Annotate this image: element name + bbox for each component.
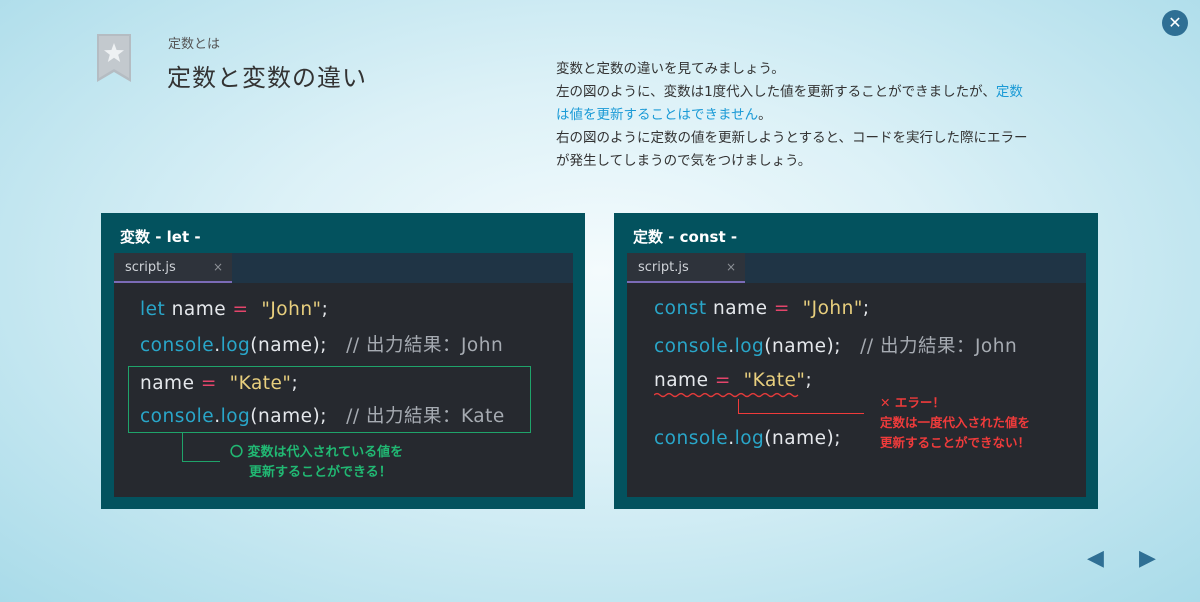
tab-script-js[interactable]: script.js ×	[114, 253, 232, 283]
tab-label: script.js	[638, 260, 689, 275]
keyword: let	[140, 299, 166, 320]
error-connector	[738, 399, 739, 413]
comment: // 出力結果：John	[346, 335, 504, 356]
error-squiggle	[654, 392, 799, 398]
object: console	[140, 406, 215, 427]
error-note: ✕ エラー！ 定数は一度代入された値を 更新することができない！	[880, 393, 1030, 453]
punct: ;	[805, 370, 813, 391]
operator: =	[773, 298, 790, 319]
comment: // 出力結果：John	[860, 336, 1018, 357]
function: log	[220, 406, 251, 427]
connector-line	[182, 461, 220, 462]
code-line-1: const name = "John";	[654, 298, 870, 319]
tab-bar: script.js ×	[114, 253, 573, 283]
string: "John"	[802, 298, 863, 319]
code-line-3: name = "Kate";	[654, 370, 812, 391]
punct: ;	[291, 373, 299, 394]
next-arrow-icon[interactable]: ▶	[1139, 546, 1156, 571]
code-line-2: console.log(name); // 出力結果：John	[140, 331, 503, 357]
error-line: 定数は一度代入された値を	[880, 415, 1031, 430]
punct: ;	[862, 298, 870, 319]
description-text: 。	[758, 107, 772, 123]
highlight-text: 定数	[995, 84, 1023, 100]
let-panel: 変数 - let - script.js × let name = "John"…	[101, 213, 585, 509]
code-editor: script.js × const name = "John"; console…	[627, 253, 1086, 497]
operator: =	[200, 373, 217, 394]
identifier: name	[171, 299, 227, 320]
description-line: は値を更新することはできません。	[556, 104, 1096, 127]
const-panel: 定数 - const - script.js × const name = "J…	[614, 213, 1098, 509]
success-note: 〇 変数は代入されている値を 更新することができる！	[230, 443, 403, 483]
comment: // 出力結果：Kate	[346, 406, 505, 427]
tab-script-js[interactable]: script.js ×	[627, 253, 745, 283]
description-line: が発生してしまうので気をつけましょう。	[556, 153, 812, 169]
function: log	[220, 335, 251, 356]
tab-close-icon[interactable]: ×	[213, 260, 223, 274]
description-line: 左の図のように、変数は1度代入した値を更新することができましたが、定数	[556, 81, 1096, 104]
prev-arrow-icon[interactable]: ◀	[1087, 546, 1104, 571]
highlight-text: は値を更新することはできません	[556, 107, 759, 123]
object: console	[140, 335, 215, 356]
function: log	[734, 428, 765, 449]
description: 変数と定数の違いを見てみましょう。 左の図のように、変数は1度代入した値を更新す…	[556, 58, 1096, 173]
code-line-3: name = "Kate";	[140, 373, 298, 394]
operator: =	[232, 299, 249, 320]
note-line: 〇 変数は代入されている値を	[230, 445, 404, 460]
code-line-4: console.log(name); // 出力結果：Kate	[140, 402, 505, 428]
code-editor: script.js × let name = "John"; console.l…	[114, 253, 573, 497]
description-text: 左の図のように、変数は1度代入した値を更新することができましたが、	[556, 84, 996, 100]
args: (name);	[250, 406, 327, 427]
function: log	[734, 336, 765, 357]
error-connector	[738, 413, 864, 414]
object: console	[654, 336, 729, 357]
section-label: 定数とは	[168, 37, 221, 52]
connector-line	[182, 432, 183, 461]
args: (name);	[250, 335, 327, 356]
string: "Kate"	[743, 370, 806, 391]
keyword: const	[654, 298, 707, 319]
panel-title: 変数 - let -	[120, 228, 201, 246]
operator: =	[714, 370, 731, 391]
object: console	[654, 428, 729, 449]
args: (name);	[764, 336, 841, 357]
identifier: name	[654, 370, 709, 391]
code-line-2: console.log(name); // 出力結果：John	[654, 332, 1017, 358]
identifier: name	[713, 298, 768, 319]
identifier: name	[140, 373, 195, 394]
error-line: 更新することができない！	[880, 435, 1031, 450]
string: "Kate"	[229, 373, 292, 394]
tab-label: script.js	[125, 260, 176, 275]
punct: ;	[321, 299, 329, 320]
description-line: 変数と定数の違いを見てみましょう。	[556, 61, 785, 77]
tab-bar: script.js ×	[627, 253, 1086, 283]
panel-title: 定数 - const -	[633, 228, 738, 246]
code-line-4: console.log(name);	[654, 428, 841, 449]
page-title: 定数と変数の違い	[167, 64, 367, 92]
error-title: ✕ エラー！	[880, 395, 945, 410]
code-line-1: let name = "John";	[140, 299, 328, 320]
star-bookmark-icon	[97, 34, 131, 82]
close-button[interactable]: ✕	[1162, 10, 1188, 36]
args: (name);	[764, 428, 841, 449]
tab-close-icon[interactable]: ×	[726, 260, 736, 274]
description-line: 右の図のように定数の値を更新しようとすると、コードを実行した際にエラー	[556, 130, 1028, 146]
note-line: 更新することができる！	[249, 465, 392, 480]
string: "John"	[261, 299, 322, 320]
